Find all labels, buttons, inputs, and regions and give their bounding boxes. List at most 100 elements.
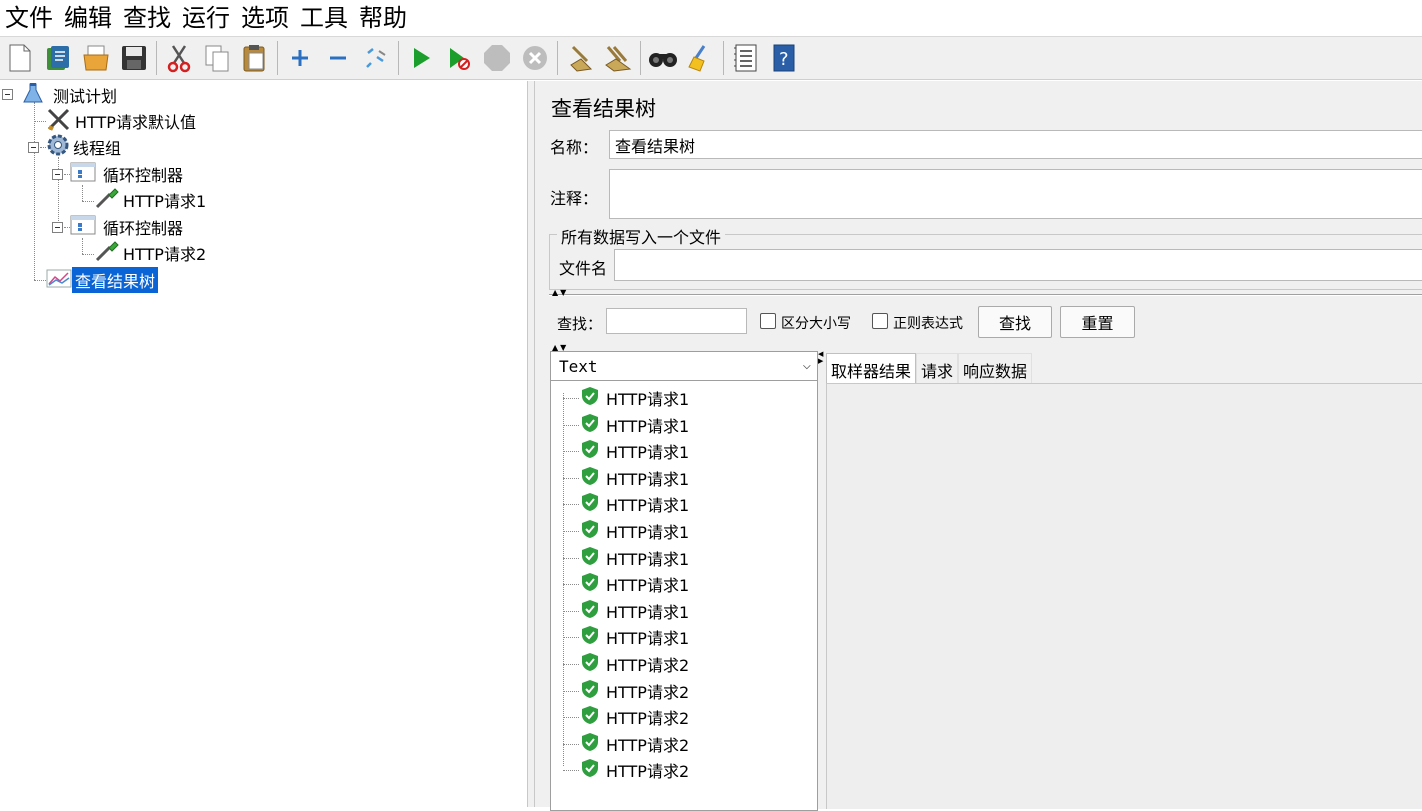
result-item[interactable]: HTTP请求2 — [581, 705, 689, 729]
toolbar-separator — [156, 41, 157, 75]
tree-connector — [34, 121, 46, 122]
tree-node-result-tree[interactable]: 查看结果树 — [46, 267, 159, 293]
panel-title: 查看结果树 — [551, 97, 656, 121]
expander-loop-2[interactable] — [52, 222, 63, 233]
pipette-icon — [94, 240, 120, 266]
open-icon[interactable] — [78, 40, 114, 76]
divider — [549, 294, 1422, 296]
result-item[interactable]: HTTP请求1 — [581, 599, 689, 623]
result-item[interactable]: HTTP请求1 — [581, 625, 689, 649]
success-shield-icon — [581, 679, 599, 703]
comment-field[interactable] — [609, 169, 1422, 219]
search-input[interactable] — [606, 308, 747, 334]
tree-connector — [563, 690, 579, 692]
reset-search-icon[interactable] — [683, 40, 719, 76]
result-item[interactable]: HTTP请求2 — [581, 758, 689, 782]
tree-connector — [563, 557, 579, 559]
collapse-arrows-icon[interactable]: ◀ ▶ — [818, 351, 825, 365]
tab-sampler-result[interactable]: 取样器结果 — [826, 353, 917, 383]
start-icon[interactable] — [403, 40, 439, 76]
tree-connector — [82, 254, 94, 255]
cut-icon[interactable] — [161, 40, 197, 76]
expander-test-plan[interactable] — [2, 89, 13, 100]
tree-node-http-request-1[interactable]: HTTP请求1 — [94, 187, 209, 213]
reset-button[interactable]: 重置 — [1060, 306, 1135, 338]
result-item[interactable]: HTTP请求1 — [581, 413, 689, 437]
shutdown-icon[interactable] — [517, 40, 553, 76]
tree-connector — [82, 238, 83, 254]
success-shield-icon — [581, 758, 599, 782]
templates-icon[interactable] — [40, 40, 76, 76]
collapse-icon[interactable] — [320, 40, 356, 76]
tree-node-loop-controller-2[interactable]: 循环控制器 — [70, 214, 186, 240]
copy-icon[interactable] — [199, 40, 235, 76]
menu-file[interactable]: 文件 — [2, 1, 61, 35]
find-button[interactable]: 查找 — [978, 306, 1052, 338]
start-no-pause-icon[interactable] — [441, 40, 477, 76]
collapse-arrows-icon[interactable]: ▲▼ — [552, 289, 568, 297]
result-item[interactable]: HTTP请求1 — [581, 492, 689, 516]
gear-icon — [46, 133, 70, 161]
menu-help[interactable]: 帮助 — [356, 1, 415, 35]
save-icon[interactable] — [116, 40, 152, 76]
menu-edit[interactable]: 编辑 — [61, 1, 120, 35]
tree-connector — [82, 185, 83, 201]
expander-loop-1[interactable] — [52, 169, 63, 180]
tree-label: 循环控制器 — [103, 219, 184, 238]
tree-connector — [563, 398, 579, 399]
result-tabs: 取样器结果 请求 响应数据 — [826, 353, 1033, 383]
tab-request[interactable]: 请求 — [916, 353, 959, 383]
result-item-label: HTTP请求1 — [606, 523, 690, 542]
tree-node-http-request-2[interactable]: HTTP请求2 — [94, 240, 209, 266]
result-item[interactable]: HTTP请求2 — [581, 652, 689, 676]
pane-splitter[interactable] — [527, 81, 535, 807]
results-splitter[interactable]: ◀ ▶ — [818, 349, 826, 809]
tree-node-loop-controller-1[interactable]: 循环控制器 — [70, 161, 186, 187]
tree-connector — [563, 451, 579, 453]
tree-node-thread-group[interactable]: 线程组 — [46, 134, 124, 160]
toggle-icon[interactable] — [358, 40, 394, 76]
result-item[interactable]: HTTP请求2 — [581, 732, 689, 756]
regex-checkbox[interactable] — [872, 313, 888, 329]
expander-thread-group[interactable] — [28, 142, 39, 153]
tree-connector — [563, 610, 579, 612]
tree-node-test-plan[interactable]: 测试计划 — [22, 82, 120, 108]
menu-tools[interactable]: 工具 — [297, 1, 356, 35]
new-icon[interactable] — [2, 40, 38, 76]
expand-icon[interactable] — [282, 40, 318, 76]
success-shield-icon — [581, 732, 599, 756]
name-field[interactable]: 查看结果树 — [609, 130, 1422, 159]
test-plan-tree: 测试计划 HTTP请求默认值 线程组 循环控制器 HTTP请求1 循环控制器 H… — [0, 81, 527, 807]
result-item[interactable]: HTTP请求1 — [581, 519, 689, 543]
case-sensitive-checkbox[interactable] — [760, 313, 776, 329]
result-item[interactable]: HTTP请求1 — [581, 546, 689, 570]
result-item-label: HTTP请求2 — [606, 762, 690, 782]
stop-icon[interactable] — [479, 40, 515, 76]
result-item[interactable]: HTTP请求2 — [581, 679, 689, 703]
renderer-select[interactable]: Text ⌵ — [550, 351, 818, 381]
result-item[interactable]: HTTP请求1 — [581, 386, 689, 410]
menu-options[interactable]: 选项 — [238, 1, 297, 35]
case-sensitive-label: 区分大小写 — [781, 316, 851, 332]
result-item[interactable]: HTTP请求1 — [581, 439, 689, 463]
filename-label: 文件名 — [559, 259, 608, 278]
result-item[interactable]: HTTP请求1 — [581, 466, 689, 490]
tab-response-data[interactable]: 响应数据 — [958, 353, 1033, 383]
name-label: 名称： — [550, 138, 599, 157]
filename-field[interactable] — [614, 249, 1422, 281]
menu-search[interactable]: 查找 — [120, 1, 179, 35]
clear-all-icon[interactable] — [600, 40, 636, 76]
menu-run[interactable]: 运行 — [179, 1, 238, 35]
paste-icon[interactable] — [237, 40, 273, 76]
search-icon[interactable] — [645, 40, 681, 76]
clear-icon[interactable] — [562, 40, 598, 76]
tree-connector — [563, 717, 579, 719]
renderer-select-value: Text — [559, 356, 598, 376]
tree-node-http-defaults[interactable]: HTTP请求默认值 — [46, 108, 199, 134]
help-icon[interactable]: ? — [766, 40, 802, 76]
tree-label: 线程组 — [73, 139, 122, 158]
function-helper-icon[interactable] — [728, 40, 764, 76]
success-shield-icon — [581, 652, 599, 676]
tree-connector — [563, 393, 564, 766]
result-item[interactable]: HTTP请求1 — [581, 572, 689, 596]
